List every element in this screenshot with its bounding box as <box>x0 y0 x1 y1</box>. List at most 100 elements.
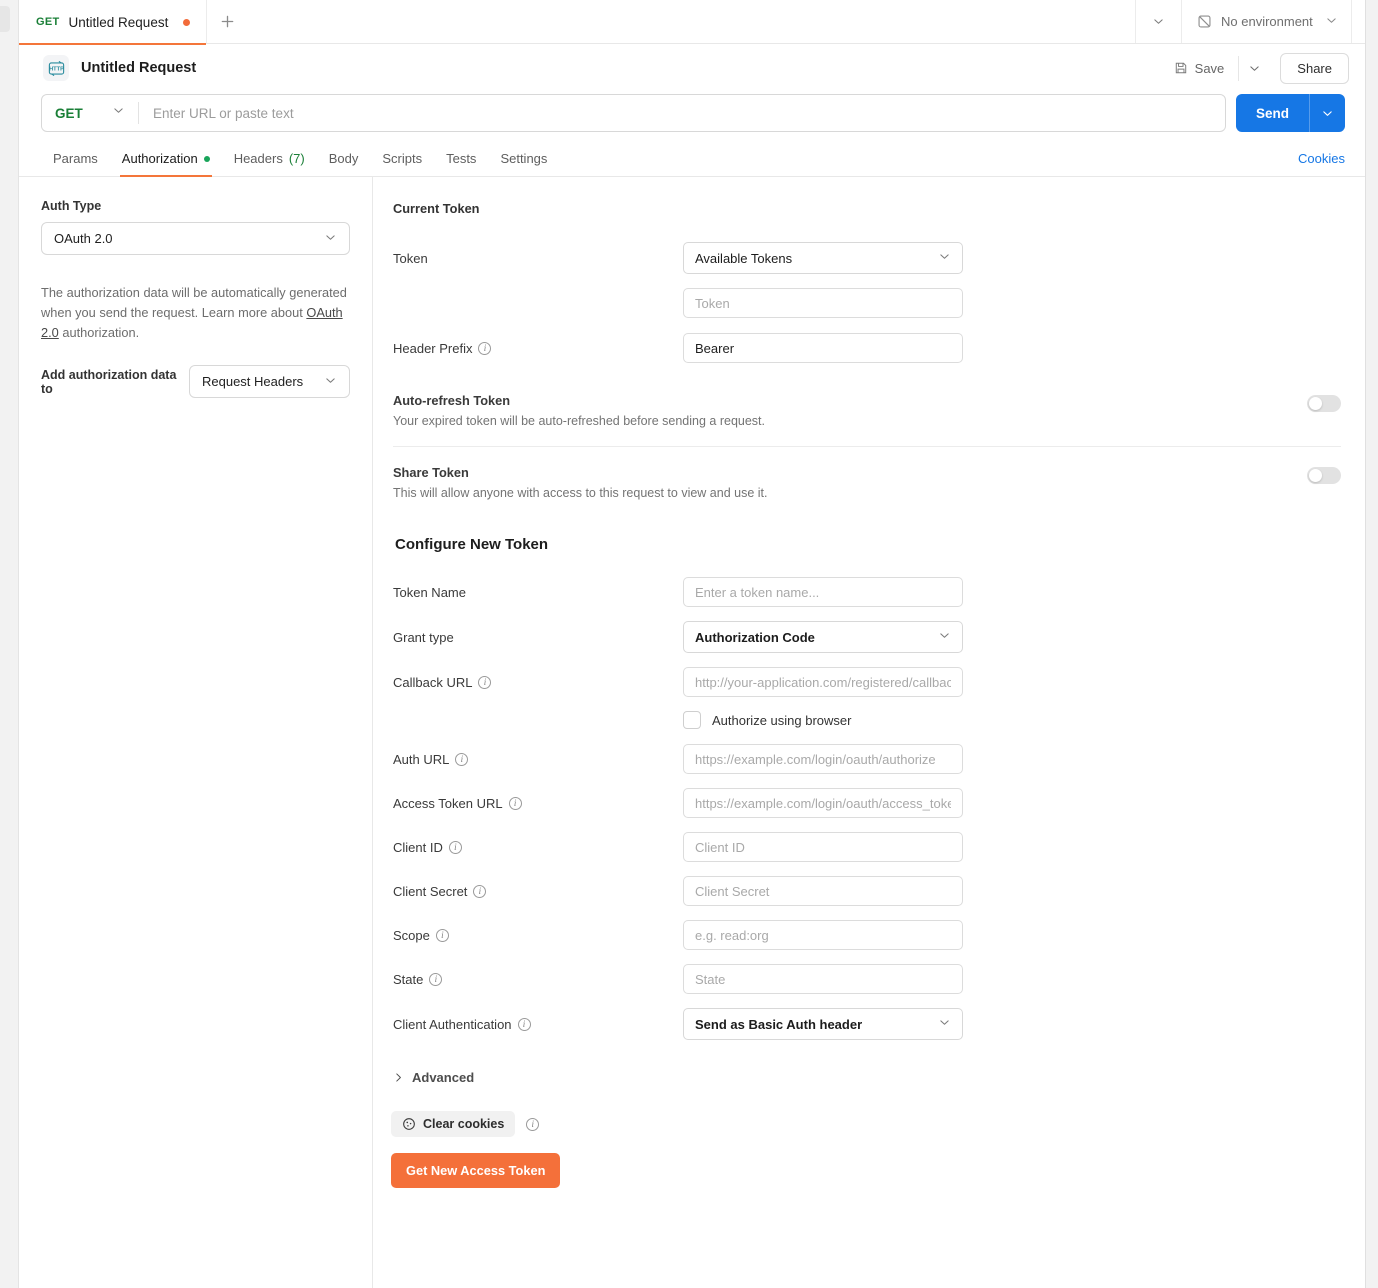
auto-refresh-token-toggle[interactable] <box>1307 395 1341 412</box>
environment-selector[interactable]: No environment <box>1181 0 1351 43</box>
info-icon[interactable]: i <box>429 972 443 986</box>
callback-url-input[interactable] <box>683 667 963 697</box>
add-authorization-data-value: Request Headers <box>202 374 304 389</box>
tab-overflow-button[interactable] <box>1135 0 1181 43</box>
tab-headers[interactable]: Headers (7) <box>222 151 317 176</box>
tab-tests-label: Tests <box>446 151 477 166</box>
new-tab-button[interactable] <box>207 0 247 43</box>
info-icon[interactable]: i <box>508 796 522 810</box>
share-token-toggle[interactable] <box>1307 467 1341 484</box>
info-icon[interactable]: i <box>448 840 462 854</box>
share-button[interactable]: Share <box>1280 52 1349 84</box>
clear-cookies-button[interactable]: Clear cookies <box>391 1111 516 1137</box>
chevron-down-icon <box>1327 17 1336 23</box>
chevron-right-icon <box>396 1073 401 1082</box>
client-secret-input[interactable] <box>683 876 963 906</box>
tab-authorization[interactable]: Authorization <box>110 151 222 177</box>
available-tokens-select[interactable]: Available Tokens <box>683 242 963 274</box>
grant-type-select[interactable]: Authorization Code <box>683 621 963 653</box>
token-name-input[interactable] <box>683 577 963 607</box>
state-input[interactable] <box>683 964 963 994</box>
auth-type-select[interactable]: OAuth 2.0 <box>41 222 350 255</box>
tab-body-label: Body <box>328 151 359 166</box>
chevron-down-icon <box>114 108 123 113</box>
auth-type-pane: Auth Type OAuth 2.0 The authorization da… <box>19 177 373 1288</box>
auth-url-label-text: Auth URL <box>393 751 450 767</box>
current-token-heading: Current Token <box>393 201 480 216</box>
info-icon[interactable]: i <box>473 884 487 898</box>
tab-tests[interactable]: Tests <box>434 151 488 176</box>
token-row: Token Available Tokens <box>387 242 1349 274</box>
active-subtab-underline <box>119 175 212 177</box>
http-method-select[interactable]: GET <box>42 95 138 131</box>
request-tab-method: GET <box>36 16 60 28</box>
save-options-button[interactable] <box>1238 55 1270 81</box>
request-tab-title: Untitled Request <box>68 14 169 30</box>
sidebar-collapsed-handle[interactable] <box>0 6 10 32</box>
tab-authorization-label: Authorization <box>121 151 198 166</box>
floppy-disk-icon <box>1175 62 1186 74</box>
state-row: State i <box>387 964 1349 994</box>
tab-settings[interactable]: Settings <box>488 151 559 176</box>
chevron-down-icon <box>940 254 949 259</box>
client-id-control <box>683 832 963 862</box>
token-input[interactable] <box>683 288 963 318</box>
client-authentication-select[interactable]: Send as Basic Auth header <box>683 1008 963 1040</box>
authorize-browser-control: Authorize using browser <box>683 711 963 729</box>
cookies-link[interactable]: Cookies <box>1298 151 1345 176</box>
tab-body[interactable]: Body <box>317 151 371 176</box>
header-prefix-label: Header Prefix i <box>387 341 683 356</box>
info-icon[interactable]: i <box>435 928 449 942</box>
add-authorization-data-select[interactable]: Request Headers <box>189 365 350 398</box>
get-new-access-token-button[interactable]: Get New Access Token <box>391 1153 561 1188</box>
token-name-label: Token Name <box>393 584 466 600</box>
send-options-button[interactable] <box>1309 94 1345 132</box>
tab-settings-label: Settings <box>500 151 548 166</box>
header-prefix-input[interactable] <box>683 333 963 363</box>
chevron-down-icon <box>326 377 335 383</box>
info-icon[interactable]: i <box>478 341 492 355</box>
access-token-url-row: Access Token URL i <box>387 788 1349 818</box>
auth-type-label: Auth Type <box>41 199 102 213</box>
request-tab-bar: GET Untitled Request No environment <box>19 0 1365 45</box>
client-secret-row: Client Secret i <box>387 876 1349 906</box>
callback-url-row: Callback URL i <box>387 667 1349 697</box>
client-secret-label: Client Secret i <box>387 884 683 899</box>
client-authentication-row: Client Authentication i Send as Basic Au… <box>387 1008 1349 1040</box>
info-icon[interactable]: i <box>517 1017 531 1031</box>
scope-input[interactable] <box>683 920 963 950</box>
save-button[interactable]: Save <box>1164 55 1235 82</box>
info-icon[interactable]: i <box>455 752 469 766</box>
tab-params[interactable]: Params <box>41 151 110 176</box>
auth-helper-text-part1: The authorization data will be automatic… <box>41 285 347 320</box>
callback-url-label-text: Callback URL <box>393 674 473 690</box>
header-prefix-control <box>683 333 963 363</box>
share-token-row: Share Token This will allow anyone with … <box>387 465 1349 500</box>
method-caret <box>112 104 125 122</box>
token-name-control <box>683 577 963 607</box>
main-window: GET Untitled Request No environment HTTP… <box>18 0 1366 1288</box>
send-button[interactable]: Send <box>1236 94 1309 132</box>
client-id-input[interactable] <box>683 832 963 862</box>
authorize-using-browser-label: Authorize using browser <box>712 712 852 728</box>
advanced-section-toggle[interactable]: Advanced <box>393 1070 1349 1085</box>
auth-type-value: OAuth 2.0 <box>54 231 113 246</box>
available-tokens-caret <box>938 250 951 266</box>
tab-scripts[interactable]: Scripts <box>370 151 434 176</box>
info-icon[interactable]: i <box>526 1117 540 1131</box>
share-token-texts: Share Token This will allow anyone with … <box>393 465 1307 500</box>
chevron-down-icon <box>940 633 949 638</box>
grant-type-row: Grant type Authorization Code <box>387 621 1349 653</box>
request-header-actions: Save Share <box>1164 52 1349 84</box>
info-icon[interactable]: i <box>478 675 492 689</box>
access-token-url-label-text: Access Token URL <box>393 795 503 811</box>
request-tab-untitled-request[interactable]: GET Untitled Request <box>19 0 208 45</box>
token-label: Token <box>393 250 428 266</box>
auth-url-input[interactable] <box>683 744 963 774</box>
access-token-url-input[interactable] <box>683 788 963 818</box>
url-input[interactable] <box>139 95 1225 131</box>
postman-app-window: GET Untitled Request No environment HTTP… <box>0 0 1378 1288</box>
state-label: State i <box>387 972 683 987</box>
authorize-using-browser-checkbox[interactable] <box>683 711 701 729</box>
send-button-group: Send <box>1235 94 1345 132</box>
